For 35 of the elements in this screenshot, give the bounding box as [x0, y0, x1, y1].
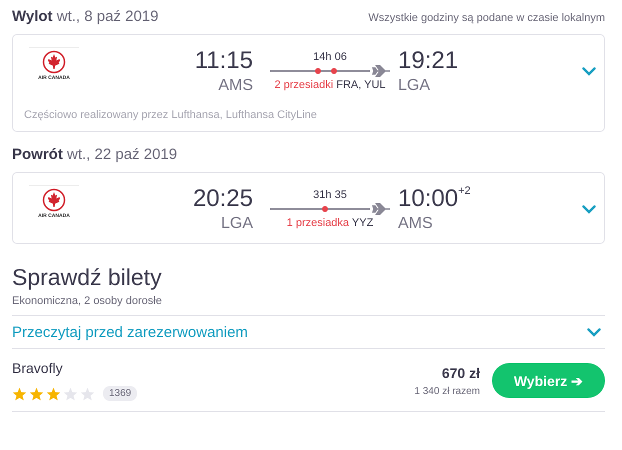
flight-duration: 14h 06: [313, 51, 347, 63]
star-icon: [12, 386, 27, 400]
star-icon: [46, 386, 61, 400]
departure-time: 20:25: [192, 185, 253, 213]
arrival-airport: AMS: [398, 215, 433, 233]
departure-airport: AMS: [218, 77, 253, 95]
star-icon: [29, 386, 44, 400]
departure-airport: LGA: [220, 215, 253, 233]
chevron-down-icon[interactable]: [582, 66, 596, 76]
timezone-note: Wszystkie godziny są podane w czasie lokalnym: [368, 12, 605, 24]
chevron-down-icon[interactable]: [587, 328, 601, 336]
arrival-time: 19:21: [398, 47, 458, 75]
select-button[interactable]: Wybierz ➔: [492, 363, 605, 398]
stops-info: 2 przesiadki FRA, YUL: [274, 79, 386, 91]
arrival-airport: LGA: [398, 77, 430, 95]
maple-leaf-logo-icon: [42, 188, 66, 212]
operated-by-note: Częściowo realizowany przez Lufthansa, Lufthansa CityLine: [24, 109, 318, 121]
chevron-down-icon[interactable]: [582, 204, 596, 214]
stops-info: 1 przesiadka YYZ: [286, 217, 374, 229]
star-icon: [63, 386, 78, 400]
price: 670 zł: [442, 364, 480, 380]
read-before-booking-link[interactable]: Przeczytaj przed zarezerwowaniem: [12, 324, 248, 340]
provider-name: Bravofly: [12, 360, 64, 376]
leg-heading: Powrót wt., 22 paź 2019: [12, 146, 178, 163]
passenger-summary: Ekonomiczna, 2 osoby dorosłe: [12, 295, 163, 307]
leg-heading: Wylot wt., 8 paź 2019: [12, 8, 158, 25]
maple-leaf-logo-icon: [42, 50, 66, 74]
arrival-time: 10:00: [398, 185, 458, 213]
flight-duration: 31h 35: [313, 189, 347, 201]
total-price: 1 340 zł razem: [414, 386, 480, 396]
departure-time: 11:15: [194, 47, 253, 75]
day-offset: +2: [458, 185, 471, 197]
section-title: Sprawdź bilety: [12, 264, 163, 291]
star-icon: [80, 386, 95, 400]
review-count[interactable]: 1369: [103, 386, 138, 401]
